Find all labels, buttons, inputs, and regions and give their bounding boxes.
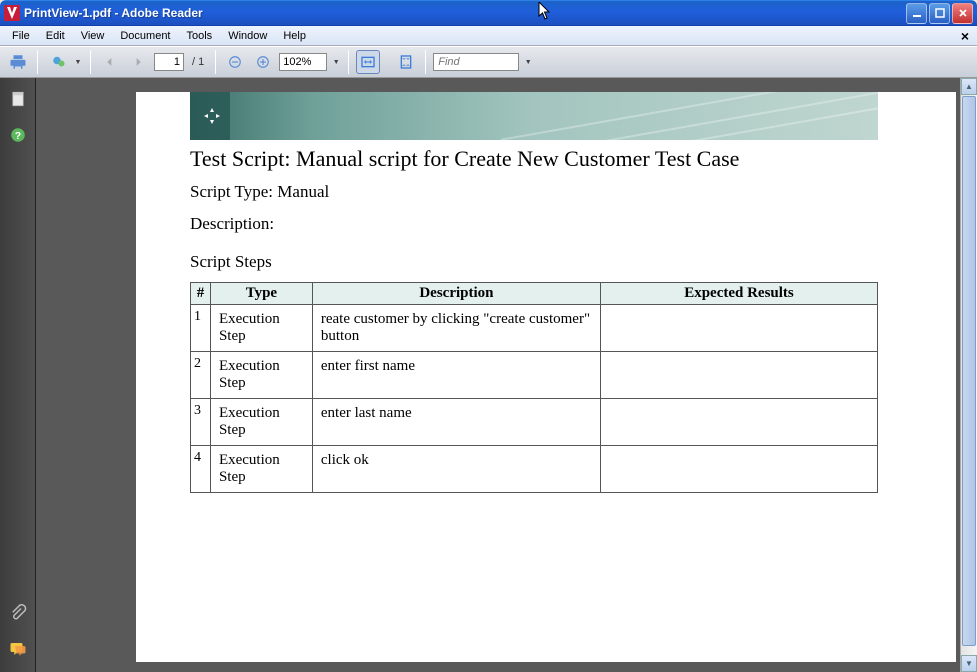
menu-help[interactable]: Help (275, 28, 314, 44)
close-button[interactable] (952, 3, 973, 24)
workspace: ? Test Script: Manual script for Create … (0, 78, 977, 672)
toolbar-separator (90, 50, 91, 74)
cell-description: enter last name (312, 399, 600, 446)
navigation-panel: ? (0, 78, 36, 672)
cell-num: 1 (191, 305, 211, 352)
banner-logo-icon (200, 104, 224, 128)
menu-edit[interactable]: Edit (38, 28, 73, 44)
toolbar-separator (348, 50, 349, 74)
script-type-label: Script Type: (190, 182, 273, 201)
cell-num: 4 (191, 446, 211, 493)
cell-num: 3 (191, 399, 211, 446)
find-input[interactable] (433, 53, 519, 71)
cell-description: click ok (312, 446, 600, 493)
toolbar-separator (215, 50, 216, 74)
collab-button[interactable] (45, 50, 69, 74)
zoom-dropdown[interactable]: ▼ (331, 59, 341, 66)
table-row: 3Execution Stepenter last name (191, 399, 878, 446)
menu-file[interactable]: File (4, 28, 38, 44)
table-header-row: # Type Description Expected Results (191, 283, 878, 305)
next-page-button[interactable] (126, 50, 150, 74)
steps-heading: Script Steps (190, 252, 934, 272)
cell-type: Execution Step (210, 352, 312, 399)
close-document-button[interactable]: × (957, 28, 973, 44)
col-num: # (191, 283, 211, 305)
cell-num: 2 (191, 352, 211, 399)
script-type-line: Script Type: Manual (190, 182, 934, 202)
cell-expected (600, 305, 877, 352)
table-row: 2Execution Stepenter first name (191, 352, 878, 399)
print-button[interactable] (6, 50, 30, 74)
attachments-icon[interactable] (7, 602, 29, 624)
zoom-in-button[interactable] (251, 50, 275, 74)
description-label: Description: (190, 214, 274, 233)
collab-dropdown[interactable]: ▼ (73, 59, 83, 66)
col-description: Description (312, 283, 600, 305)
document-area[interactable]: Test Script: Manual script for Create Ne… (36, 78, 977, 672)
vertical-scrollbar[interactable]: ▲ ▼ (960, 78, 977, 672)
menubar: File Edit View Document Tools Window Hel… (0, 26, 977, 46)
menu-window[interactable]: Window (220, 28, 275, 44)
fit-width-button[interactable] (356, 50, 380, 74)
cell-type: Execution Step (210, 446, 312, 493)
table-row: 1Execution Stepreate customer by clickin… (191, 305, 878, 352)
steps-table: # Type Description Expected Results 1Exe… (190, 282, 878, 493)
script-title: Test Script: Manual script for Create Ne… (190, 146, 934, 172)
titlebar: PrintView-1.pdf - Adobe Reader (0, 0, 977, 26)
cell-expected (600, 352, 877, 399)
adobe-reader-icon (4, 5, 20, 21)
scroll-up-arrow[interactable]: ▲ (961, 78, 977, 95)
svg-text:?: ? (14, 130, 20, 142)
toolbar-separator (37, 50, 38, 74)
find-dropdown[interactable]: ▼ (523, 59, 533, 66)
col-expected: Expected Results (600, 283, 877, 305)
col-type: Type (210, 283, 312, 305)
zoom-input[interactable] (279, 53, 327, 71)
document-banner (190, 92, 878, 140)
minimize-button[interactable] (906, 3, 927, 24)
toolbar: ▼ / 1 ▼ ▼ (0, 46, 977, 78)
menu-document[interactable]: Document (112, 28, 178, 44)
pages-panel-icon[interactable] (7, 88, 29, 110)
maximize-button[interactable] (929, 3, 950, 24)
cell-description: enter first name (312, 352, 600, 399)
prev-page-button[interactable] (98, 50, 122, 74)
page-total-label: / 1 (188, 56, 208, 68)
table-row: 4Execution Stepclick ok (191, 446, 878, 493)
cell-expected (600, 399, 877, 446)
cell-description: reate customer by clicking "create custo… (312, 305, 600, 352)
menu-view[interactable]: View (73, 28, 113, 44)
window-title: PrintView-1.pdf - Adobe Reader (24, 6, 906, 20)
document-content: Test Script: Manual script for Create Ne… (136, 146, 956, 493)
script-type-value: Manual (277, 182, 329, 201)
description-line: Description: (190, 214, 934, 234)
zoom-out-button[interactable] (223, 50, 247, 74)
cell-expected (600, 446, 877, 493)
toolbar-separator (425, 50, 426, 74)
comments-icon[interactable] (7, 638, 29, 660)
page-number-input[interactable] (154, 53, 184, 71)
cell-type: Execution Step (210, 305, 312, 352)
help-icon[interactable]: ? (7, 124, 29, 146)
cell-type: Execution Step (210, 399, 312, 446)
pdf-page: Test Script: Manual script for Create Ne… (136, 92, 956, 662)
scroll-thumb[interactable] (962, 96, 976, 646)
window-controls (906, 3, 973, 24)
scroll-down-arrow[interactable]: ▼ (961, 655, 977, 672)
fit-page-button[interactable] (394, 50, 418, 74)
menu-tools[interactable]: Tools (179, 28, 221, 44)
